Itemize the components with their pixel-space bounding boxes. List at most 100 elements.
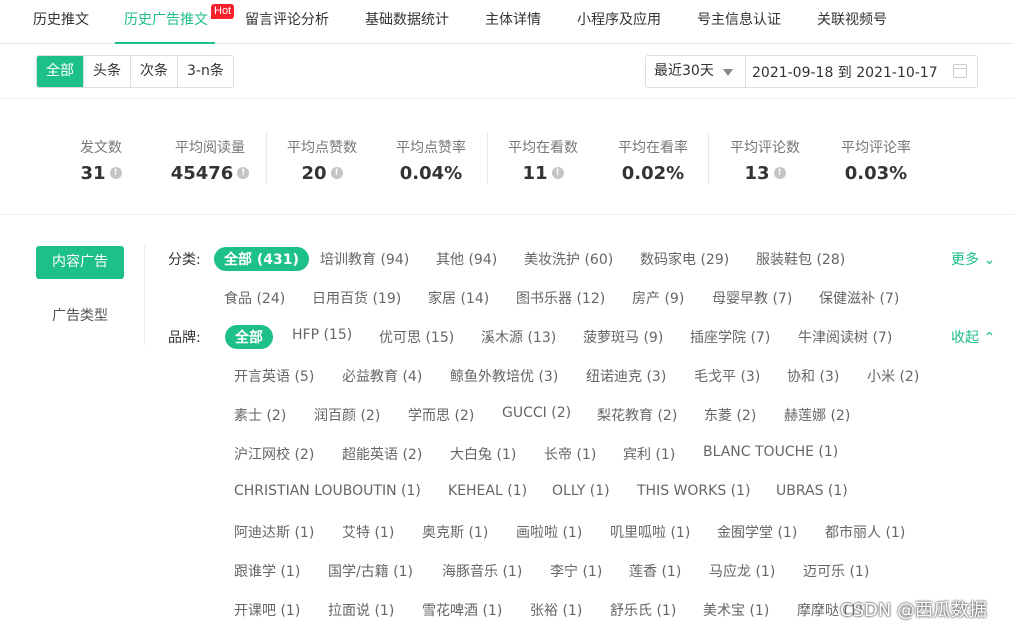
date-range-value[interactable]: 2021-09-18 到 2021-10-17 <box>746 62 977 82</box>
category-label: 分类: <box>168 252 201 268</box>
segment-all[interactable]: 全部 <box>37 56 83 87</box>
category-chip[interactable]: 食品 (24) <box>224 288 285 308</box>
segment-headline[interactable]: 头条 <box>83 56 130 87</box>
brand-chip[interactable]: 东菱 (2) <box>704 405 756 425</box>
category-chip[interactable]: 房产 (9) <box>632 288 684 308</box>
calendar-icon[interactable] <box>953 64 967 78</box>
category-chip[interactable]: 数码家电 (29) <box>640 249 729 269</box>
brand-chip[interactable]: THIS WORKS (1) <box>637 483 750 499</box>
date-preset-select[interactable]: 最近30天 <box>646 56 746 87</box>
category-chip[interactable]: 母婴早教 (7) <box>712 288 792 308</box>
category-chip-all[interactable]: 全部 (431) <box>214 247 309 271</box>
brand-chip[interactable]: 叽里呱啦 (1) <box>610 522 690 542</box>
stats-summary: 发文数 31! 平均阅读量 45476! 平均点赞数 20! 平均点赞率 0.0… <box>0 99 1014 215</box>
tab-comment-analysis[interactable]: 留言评论分析 <box>245 0 329 44</box>
brand-chip[interactable]: 纽诺迪克 (3) <box>586 366 666 386</box>
brand-chip[interactable]: OLLY (1) <box>552 483 610 499</box>
position-segment: 全部 头条 次条 3-n条 <box>36 55 234 88</box>
category-chip[interactable]: 服装鞋包 (28) <box>756 249 845 269</box>
brand-chip[interactable]: 鲸鱼外教培优 (3) <box>450 366 558 386</box>
brand-chip[interactable]: 梨花教育 (2) <box>597 405 677 425</box>
brand-chip[interactable]: 李宁 (1) <box>550 561 602 581</box>
brand-chip[interactable]: 学而思 (2) <box>408 405 474 425</box>
tab-basic-stats[interactable]: 基础数据统计 <box>365 0 449 44</box>
brand-chip[interactable]: 拉面说 (1) <box>328 600 394 620</box>
brand-chip[interactable]: 奥克斯 (1) <box>422 522 488 542</box>
info-icon[interactable]: ! <box>773 167 786 179</box>
brand-chip[interactable]: 海豚音乐 (1) <box>442 561 522 581</box>
stat-post-count: 发文数 31! <box>46 137 156 185</box>
brand-chip[interactable]: 画啦啦 (1) <box>516 522 582 542</box>
brand-chip[interactable]: 协和 (3) <box>787 366 839 386</box>
brand-chip[interactable]: 张裕 (1) <box>530 600 582 620</box>
more-label: 更多 <box>951 252 979 268</box>
category-chip[interactable]: 家居 (14) <box>428 288 489 308</box>
brand-chip[interactable]: BLANC TOUCHE (1) <box>703 444 838 460</box>
brand-chip[interactable]: HFP (15) <box>292 327 352 343</box>
more-categories-button[interactable]: 更多 ⌄ <box>951 249 995 269</box>
info-icon[interactable]: ! <box>551 167 564 179</box>
tab-history-ad-posts[interactable]: 历史广告推文 <box>115 0 215 44</box>
brand-chip[interactable]: 毛戈平 (3) <box>694 366 760 386</box>
segment-3-n[interactable]: 3-n条 <box>177 56 233 87</box>
category-chip[interactable]: 图书乐器 (12) <box>516 288 605 308</box>
brand-chip[interactable]: 菠萝斑马 (9) <box>583 327 663 347</box>
brand-chip[interactable]: 宾利 (1) <box>623 444 675 464</box>
category-chip[interactable]: 其他 (94) <box>436 249 497 269</box>
brand-chip[interactable]: 赫莲娜 (2) <box>784 405 850 425</box>
info-icon[interactable]: ! <box>330 167 343 179</box>
brand-chip[interactable]: 舒乐氏 (1) <box>610 600 676 620</box>
brand-chip[interactable]: 素士 (2) <box>234 405 286 425</box>
category-chip[interactable]: 保健滋补 (7) <box>819 288 899 308</box>
brand-chip[interactable]: 溪木源 (13) <box>481 327 556 347</box>
collapse-brands-button[interactable]: 收起 ⌃ <box>951 327 995 347</box>
date-range-picker[interactable]: 最近30天 2021-09-18 到 2021-10-17 <box>645 55 978 88</box>
brand-chip[interactable]: 优可思 (15) <box>379 327 454 347</box>
brand-chip[interactable]: 小米 (2) <box>867 366 919 386</box>
tab-entity-details[interactable]: 主体详情 <box>485 0 541 44</box>
stat-label: 平均在看率 <box>618 140 688 156</box>
brand-chip[interactable]: 都市丽人 (1) <box>825 522 905 542</box>
tab-owner-verification[interactable]: 号主信息认证 <box>697 0 781 44</box>
info-icon[interactable]: ! <box>109 167 122 179</box>
brand-chip[interactable]: 阿迪达斯 (1) <box>234 522 314 542</box>
brand-chip[interactable]: 开课吧 (1) <box>234 600 300 620</box>
brand-chip[interactable]: 插座学院 (7) <box>690 327 770 347</box>
category-chip[interactable]: 日用百货 (19) <box>312 288 401 308</box>
brand-chip[interactable]: 超能英语 (2) <box>342 444 422 464</box>
brand-chip[interactable]: 润百颜 (2) <box>314 405 380 425</box>
stat-value: 0.04% <box>399 162 463 184</box>
brand-chip[interactable]: KEHEAL (1) <box>448 483 527 499</box>
brand-chip[interactable]: 国学/古籍 (1) <box>328 561 413 581</box>
brand-chip[interactable]: 长帝 (1) <box>544 444 596 464</box>
brand-chip-all[interactable]: 全部 <box>225 325 273 349</box>
brand-chip[interactable]: UBRAS (1) <box>776 483 848 499</box>
tab-history-posts[interactable]: 历史推文 <box>33 0 89 44</box>
brand-chip[interactable]: 雪花啤酒 (1) <box>422 600 502 620</box>
brand-chip[interactable]: 美术宝 (1) <box>703 600 769 620</box>
brand-chip[interactable]: 牛津阅读树 (7) <box>798 327 892 347</box>
brand-chip[interactable]: 沪江网校 (2) <box>234 444 314 464</box>
brand-chip[interactable]: 跟谁学 (1) <box>234 561 300 581</box>
brand-chip[interactable]: 必益教育 (4) <box>342 366 422 386</box>
ad-type-item[interactable]: 广告类型 <box>36 305 124 325</box>
brand-chip[interactable]: 迈可乐 (1) <box>803 561 869 581</box>
brand-chip[interactable]: 马应龙 (1) <box>709 561 775 581</box>
brand-chip[interactable]: CHRISTIAN LOUBOUTIN (1) <box>234 483 421 499</box>
content-ad-button[interactable]: 内容广告 <box>36 246 124 279</box>
stat-value: 13 <box>744 162 770 184</box>
tab-linked-video[interactable]: 关联视频号 <box>817 0 887 44</box>
segment-second[interactable]: 次条 <box>130 56 177 87</box>
category-chip[interactable]: 美妆洗护 (60) <box>524 249 613 269</box>
brand-chip[interactable]: GUCCI (2) <box>502 405 571 421</box>
category-chip[interactable]: 培训教育 (94) <box>320 249 409 269</box>
ad-sidebar: 内容广告 广告类型 <box>0 215 150 626</box>
divider <box>144 245 145 345</box>
info-icon[interactable]: ! <box>237 167 250 179</box>
brand-chip[interactable]: 莲香 (1) <box>629 561 681 581</box>
brand-chip[interactable]: 艾特 (1) <box>342 522 394 542</box>
tab-mini-programs[interactable]: 小程序及应用 <box>577 0 661 44</box>
brand-chip[interactable]: 金囿学堂 (1) <box>717 522 797 542</box>
brand-chip[interactable]: 开言英语 (5) <box>234 366 314 386</box>
brand-chip[interactable]: 大白兔 (1) <box>450 444 516 464</box>
